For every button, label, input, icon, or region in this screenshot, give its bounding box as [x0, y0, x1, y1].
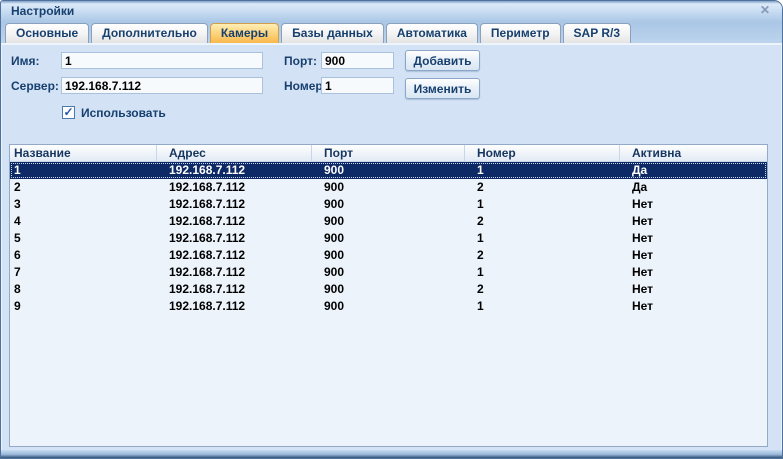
edit-button[interactable]: Изменить: [405, 78, 480, 99]
table-body: 1 192.168.7.112 900 1 Да 2 192.168.7.112…: [10, 162, 767, 315]
table-row[interactable]: 1 192.168.7.112 900 1 Да: [10, 162, 767, 179]
cell-number: 2: [465, 179, 620, 196]
cell-port: 900: [312, 213, 465, 230]
cell-name: 7: [10, 264, 157, 281]
cell-number: 1: [465, 162, 620, 179]
tab[interactable]: Периметр: [480, 23, 561, 43]
cell-name: 4: [10, 213, 157, 230]
table-row[interactable]: 9 192.168.7.112 900 1 Нет: [10, 298, 767, 315]
cell-active: Нет: [620, 298, 767, 315]
use-checkbox[interactable]: ✓: [62, 106, 75, 119]
cell-address: 192.168.7.112: [157, 247, 312, 264]
name-label: Имя:: [11, 54, 40, 68]
cell-name: 5: [10, 230, 157, 247]
cell-name: 8: [10, 281, 157, 298]
cell-active: Да: [620, 162, 767, 179]
cell-address: 192.168.7.112: [157, 196, 312, 213]
cell-number: 1: [465, 264, 620, 281]
table-header: НазваниеАдресПортНомерАктивна: [10, 145, 767, 162]
settings-window: Настройки ✕ ОсновныеДополнительноКамерыБ…: [0, 0, 783, 459]
table-row[interactable]: 3 192.168.7.112 900 1 Нет: [10, 196, 767, 213]
table-header-cell[interactable]: Номер: [465, 145, 620, 162]
cell-active: Нет: [620, 213, 767, 230]
use-checkbox-label[interactable]: Использовать: [81, 106, 166, 120]
cell-address: 192.168.7.112: [157, 264, 312, 281]
server-input[interactable]: [61, 77, 263, 94]
cell-name: 2: [10, 179, 157, 196]
cell-name: 6: [10, 247, 157, 264]
cell-port: 900: [312, 264, 465, 281]
table-row[interactable]: 8 192.168.7.112 900 2 Нет: [10, 281, 767, 298]
cell-port: 900: [312, 247, 465, 264]
window-title: Настройки: [11, 4, 74, 18]
cell-port: 900: [312, 230, 465, 247]
cell-address: 192.168.7.112: [157, 179, 312, 196]
table-row[interactable]: 7 192.168.7.112 900 1 Нет: [10, 264, 767, 281]
cell-number: 2: [465, 247, 620, 264]
table-row[interactable]: 5 192.168.7.112 900 1 Нет: [10, 230, 767, 247]
tab[interactable]: Основные: [5, 23, 89, 43]
port-label: Порт:: [284, 54, 317, 68]
cell-active: Нет: [620, 281, 767, 298]
cell-active: Да: [620, 179, 767, 196]
cell-port: 900: [312, 281, 465, 298]
table-row[interactable]: 2 192.168.7.112 900 2 Да: [10, 179, 767, 196]
cell-address: 192.168.7.112: [157, 213, 312, 230]
cameras-table: НазваниеАдресПортНомерАктивна 1 192.168.…: [9, 144, 768, 447]
table-row[interactable]: 6 192.168.7.112 900 2 Нет: [10, 247, 767, 264]
tab[interactable]: Автоматика: [386, 23, 478, 43]
cell-address: 192.168.7.112: [157, 298, 312, 315]
tab[interactable]: Дополнительно: [91, 23, 208, 43]
cell-name: 3: [10, 196, 157, 213]
cell-port: 900: [312, 298, 465, 315]
name-input[interactable]: [61, 52, 263, 69]
window-bottom-frame: [1, 450, 782, 458]
cell-name: 1: [10, 162, 157, 179]
cell-number: 1: [465, 230, 620, 247]
tab[interactable]: Базы данных: [281, 23, 384, 43]
close-icon[interactable]: ✕: [757, 3, 773, 18]
cell-address: 192.168.7.112: [157, 281, 312, 298]
cell-active: Нет: [620, 264, 767, 281]
table-header-cell[interactable]: Активна: [620, 145, 767, 162]
cell-active: Нет: [620, 230, 767, 247]
port-input[interactable]: [321, 52, 394, 69]
cell-active: Нет: [620, 196, 767, 213]
cell-active: Нет: [620, 247, 767, 264]
server-label: Сервер:: [11, 79, 59, 93]
cell-number: 2: [465, 281, 620, 298]
cell-name: 9: [10, 298, 157, 315]
cell-port: 900: [312, 179, 465, 196]
cell-number: 1: [465, 298, 620, 315]
title-bar[interactable]: Настройки ✕: [1, 1, 782, 22]
add-button[interactable]: Добавить: [405, 50, 480, 71]
cell-address: 192.168.7.112: [157, 162, 312, 179]
table-row[interactable]: 4 192.168.7.112 900 2 Нет: [10, 213, 767, 230]
check-icon: ✓: [63, 105, 73, 119]
number-input[interactable]: [321, 77, 394, 94]
table-header-cell[interactable]: Название: [10, 145, 157, 162]
cell-number: 2: [465, 213, 620, 230]
tab[interactable]: SAP R/3: [563, 23, 631, 43]
tab-strip: ОсновныеДополнительноКамерыБазы данныхАв…: [1, 22, 782, 45]
cell-address: 192.168.7.112: [157, 230, 312, 247]
table-header-cell[interactable]: Порт: [312, 145, 465, 162]
tab[interactable]: Камеры: [210, 23, 279, 43]
cell-number: 1: [465, 196, 620, 213]
table-header-cell[interactable]: Адрес: [157, 145, 312, 162]
cell-port: 900: [312, 162, 465, 179]
cell-port: 900: [312, 196, 465, 213]
